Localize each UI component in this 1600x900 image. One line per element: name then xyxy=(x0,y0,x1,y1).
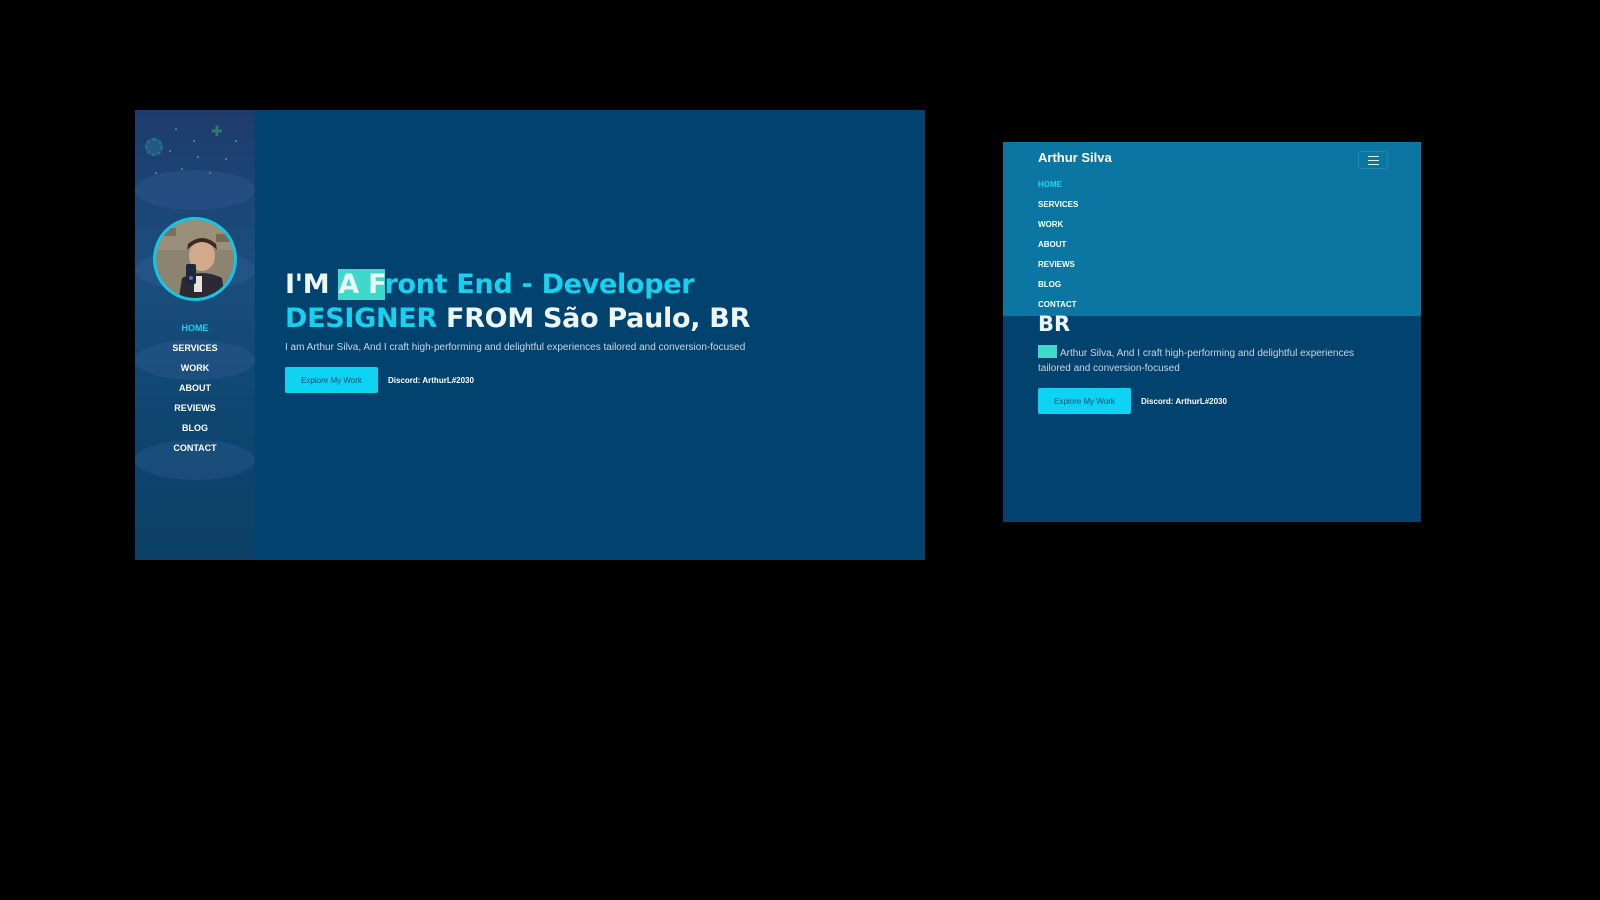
star-dot xyxy=(209,172,211,174)
mobile-explore-work-button[interactable]: Explore My Work xyxy=(1038,388,1131,414)
sidebar-item-blog[interactable]: BLOG xyxy=(135,418,255,438)
star-dot xyxy=(197,156,199,158)
cta-row: Explore My Work Discord: ArthurL#2030 xyxy=(285,367,905,393)
mobile-nav-item-blog[interactable]: BLOG xyxy=(1038,275,1078,295)
mobile-nav: HOME SERVICES WORK ABOUT REVIEWS BLOG CO… xyxy=(1038,175,1078,315)
star-dot xyxy=(193,140,195,142)
mobile-description-text: Arthur Silva, And I craft high-performin… xyxy=(1038,348,1355,374)
heading-designer: DESIGNER xyxy=(285,303,437,334)
sidebar-item-services[interactable]: SERVICES xyxy=(135,338,255,358)
sidebar-item-contact[interactable]: CONTACT xyxy=(135,438,255,458)
avatar-photo xyxy=(156,220,234,298)
discord-handle: Discord: ArthurL#2030 xyxy=(388,375,474,385)
star-dot xyxy=(235,140,237,142)
mobile-nav-item-home[interactable]: HOME xyxy=(1038,175,1078,195)
mobile-nav-item-about[interactable]: ABOUT xyxy=(1038,235,1078,255)
mobile-nav-item-reviews[interactable]: REVIEWS xyxy=(1038,255,1078,275)
mobile-preview: Arthur Silva HOME SERVICES WORK ABOUT RE… xyxy=(1003,142,1421,522)
mobile-menu-panel: Arthur Silva HOME SERVICES WORK ABOUT RE… xyxy=(1003,142,1421,316)
mobile-nav-item-services[interactable]: SERVICES xyxy=(1038,195,1078,215)
mobile-nav-item-work[interactable]: WORK xyxy=(1038,215,1078,235)
explore-work-button[interactable]: Explore My Work xyxy=(285,367,378,393)
star-dot xyxy=(181,168,183,170)
star-dot xyxy=(155,172,157,174)
star-dot xyxy=(169,150,171,152)
heading-prefix: I'M xyxy=(285,269,339,300)
sidebar-item-home[interactable]: HOME xyxy=(135,318,255,338)
star-dot xyxy=(175,128,177,130)
sidebar-item-work[interactable]: WORK xyxy=(135,358,255,378)
sidebar: ✚ HOME SERVICES WORK ABOUT REVIEWS BLOG xyxy=(135,110,255,560)
mobile-hero: BR Arthur Silva, And I craft high-perfor… xyxy=(1038,312,1388,414)
mobile-cta-row: Explore My Work Discord: ArthurL#2030 xyxy=(1038,388,1388,414)
avatar xyxy=(153,217,237,301)
mobile-hero-description: Arthur Silva, And I craft high-performin… xyxy=(1038,345,1388,376)
heading-location: FROM São Paulo, BR xyxy=(436,303,751,334)
sidebar-item-reviews[interactable]: REVIEWS xyxy=(135,398,255,418)
desktop-preview: ✚ HOME SERVICES WORK ABOUT REVIEWS BLOG xyxy=(135,110,925,560)
heading-selected-text: A F xyxy=(338,269,385,300)
heading-role: ront End - Developer xyxy=(384,269,695,300)
mobile-heading-tail: BR xyxy=(1038,312,1071,336)
plus-icon: ✚ xyxy=(211,124,223,140)
selection-highlight xyxy=(1038,345,1057,358)
brand-name[interactable]: Arthur Silva xyxy=(1038,150,1112,165)
sidebar-item-about[interactable]: ABOUT xyxy=(135,378,255,398)
hamburger-icon[interactable] xyxy=(1358,151,1388,169)
hero-description: I am Arthur Silva, And I craft high-perf… xyxy=(285,342,746,353)
sidebar-wave xyxy=(135,170,255,210)
gear-icon xyxy=(145,138,163,156)
star-dot xyxy=(225,158,227,160)
hero-section: I'M A Front End - Developer DESIGNER FRO… xyxy=(285,268,905,393)
sidebar-nav: HOME SERVICES WORK ABOUT REVIEWS BLOG CO… xyxy=(135,318,255,458)
mobile-discord-handle: Discord: ArthurL#2030 xyxy=(1141,396,1227,406)
hero-heading: I'M A Front End - Developer DESIGNER FRO… xyxy=(285,268,905,336)
